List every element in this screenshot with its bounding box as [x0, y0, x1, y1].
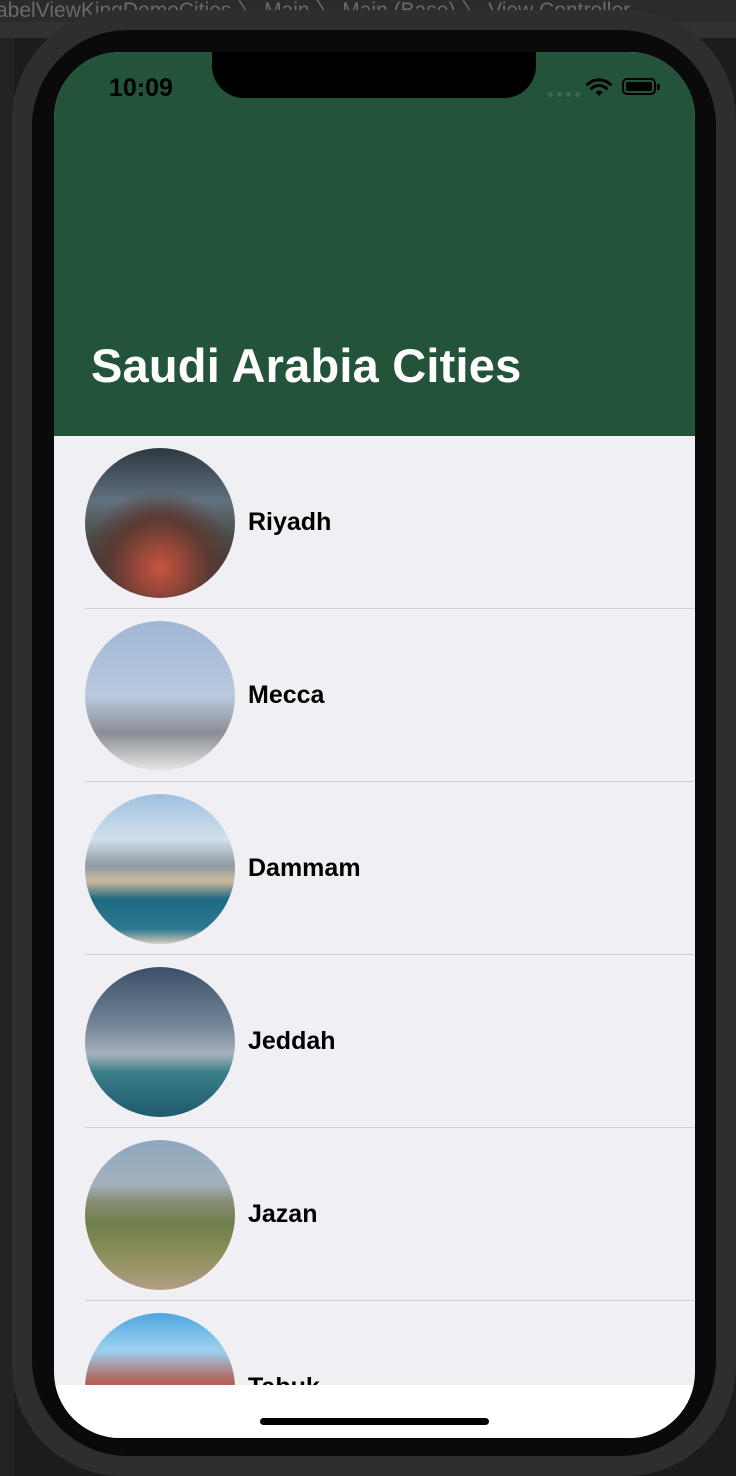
- battery-icon: [622, 78, 660, 95]
- status-time: 10:09: [109, 74, 173, 102]
- city-name: Jeddah: [248, 1027, 336, 1055]
- city-thumbnail: [85, 794, 235, 944]
- table-row[interactable]: Jeddah: [54, 955, 695, 1128]
- table-row[interactable]: Riyadh: [54, 436, 695, 609]
- cities-table[interactable]: Riyadh Mecca Dammam Jeddah Jazan Tabuk: [54, 436, 695, 1438]
- city-name: Riyadh: [248, 508, 332, 536]
- city-thumbnail: [85, 1140, 235, 1290]
- table-row[interactable]: Mecca: [54, 609, 695, 782]
- city-thumbnail: [85, 448, 235, 598]
- simulator-screen: 10:09 Saudi Arabia Cities Riyadh Mecca D…: [54, 52, 695, 1438]
- city-name: Dammam: [248, 854, 361, 882]
- city-thumbnail: [85, 621, 235, 771]
- cellular-signal-icon: [548, 92, 580, 97]
- city-name: Mecca: [248, 681, 325, 709]
- device-notch: [212, 52, 536, 98]
- wifi-icon: [586, 78, 612, 96]
- table-row[interactable]: Dammam: [54, 782, 695, 955]
- city-name: Jazan: [248, 1200, 318, 1228]
- table-row[interactable]: Jazan: [54, 1128, 695, 1301]
- page-title: Saudi Arabia Cities: [91, 339, 522, 392]
- home-indicator[interactable]: [260, 1418, 489, 1425]
- navigation-bar: 10:09 Saudi Arabia Cities: [54, 52, 695, 436]
- city-thumbnail: [85, 967, 235, 1117]
- home-indicator-area: [54, 1385, 695, 1438]
